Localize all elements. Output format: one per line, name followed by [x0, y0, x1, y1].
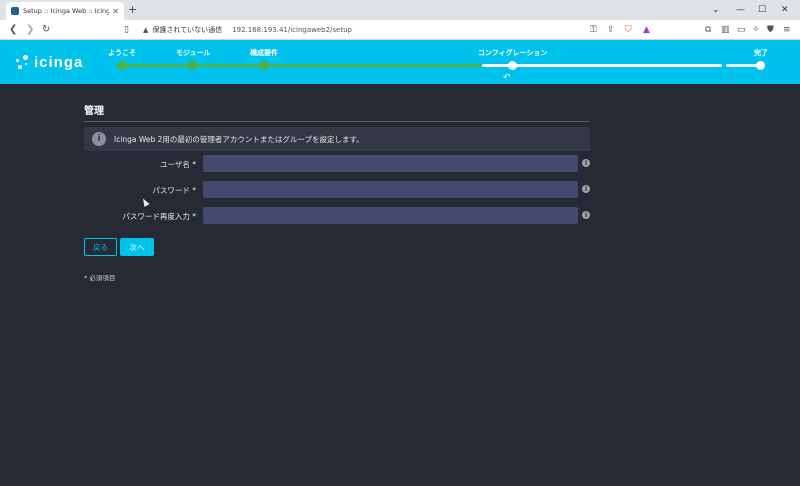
- admin-form: 管理 i Icinga Web 2用の最初の管理者アカウントまたはグループを設定…: [84, 102, 590, 282]
- step-label-finish: 完了: [754, 49, 768, 57]
- password-confirm-input[interactable]: [203, 207, 578, 224]
- address-bar[interactable]: ▲ 保護されていない通信 192.168.193.41/icingaweb2/s…: [143, 22, 683, 38]
- setup-wizard-progress: ようこそ モジュール 構成要件 コンフィグレーション 完了 ↶: [0, 40, 800, 84]
- wallet-icon[interactable]: ▭: [737, 24, 746, 36]
- setup-page: icinga ようこそ モジュール 構成要件 コンフィグレーション 完了 ↶ 管…: [0, 40, 800, 486]
- next-button[interactable]: 次へ: [120, 238, 154, 256]
- username-input[interactable]: [203, 155, 578, 172]
- tab-close-icon[interactable]: ✕: [112, 7, 119, 16]
- menu-icon[interactable]: ≡: [783, 24, 791, 36]
- bookmark-icon[interactable]: ▯: [124, 23, 129, 37]
- share-icon[interactable]: ⇪: [607, 24, 615, 36]
- step-label-requirements: 構成要件: [250, 49, 278, 57]
- password-input[interactable]: [203, 181, 578, 198]
- vpn-icon[interactable]: ⛊: [767, 24, 774, 36]
- password-row: パスワード * i: [84, 181, 594, 199]
- tab-search-icon[interactable]: ⌄: [712, 3, 720, 17]
- password-confirm-label: パスワード再度入力 *: [122, 212, 196, 221]
- progress-current-track: [482, 64, 722, 67]
- current-step-pointer-icon: ↶: [503, 73, 511, 83]
- forward-nav-icon[interactable]: ❯: [26, 23, 34, 37]
- step-dot-configuration: [508, 61, 517, 70]
- info-message: i Icinga Web 2用の最初の管理者アカウントまたはグループを設定します…: [84, 127, 590, 151]
- header-bar: icinga ようこそ モジュール 構成要件 コンフィグレーション 完了 ↶: [0, 40, 800, 84]
- password-confirm-row: パスワード再度入力 * i: [84, 207, 594, 225]
- step-dot-modules: [188, 61, 197, 70]
- step-dot-finish: [756, 61, 765, 70]
- warning-icon[interactable]: ▲: [143, 26, 148, 34]
- step-label-welcome: ようこそ: [108, 49, 136, 57]
- brave-shield-icon[interactable]: ⛉: [625, 24, 632, 36]
- rewards-icon[interactable]: ▲: [643, 24, 650, 36]
- required-note: * 必須項目: [84, 274, 116, 282]
- back-nav-icon[interactable]: ❮: [9, 23, 17, 37]
- browser-tab-bar: Setup :: Icinga Web :: Icinga We ✕ + ⌄ —…: [0, 0, 800, 20]
- security-warning-text: 保護されていない通信: [152, 26, 223, 34]
- step-dot-welcome: [118, 61, 127, 70]
- step-label-configuration: コンフィグレーション: [478, 49, 548, 57]
- password-help-icon[interactable]: i: [582, 185, 590, 193]
- info-text: Icinga Web 2用の最初の管理者アカウントまたはグループを設定します。: [114, 134, 364, 144]
- reload-icon[interactable]: ↻: [42, 23, 50, 37]
- step-dot-requirements: [260, 61, 269, 70]
- username-label: ユーザ名 *: [160, 160, 196, 169]
- url-text[interactable]: 192.168.193.41/icingaweb2/setup: [232, 26, 352, 34]
- progress-done-track: [116, 64, 482, 67]
- password-label: パスワード *: [152, 186, 196, 195]
- username-help-icon[interactable]: i: [582, 159, 590, 167]
- new-tab-button[interactable]: +: [128, 2, 137, 18]
- username-row: ユーザ名 * i: [84, 155, 594, 173]
- close-window-icon[interactable]: ✕: [781, 3, 789, 17]
- info-icon: i: [92, 132, 106, 146]
- password-confirm-help-icon[interactable]: i: [582, 211, 590, 219]
- browser-toolbar: ❮ ❯ ↻ ▯ ▲ 保護されていない通信 192.168.193.41/icin…: [0, 20, 800, 40]
- page-title: 管理: [84, 102, 590, 122]
- maximize-icon[interactable]: ☐: [758, 3, 766, 17]
- back-button[interactable]: 戻る: [84, 238, 117, 256]
- form-buttons: 戻る 次へ: [84, 238, 164, 256]
- key-icon[interactable]: ⚿: [590, 24, 597, 36]
- browser-tab[interactable]: Setup :: Icinga Web :: Icinga We ✕: [6, 2, 124, 20]
- favicon-icon: [11, 7, 19, 15]
- tab-title: Setup :: Icinga Web :: Icinga We: [23, 7, 110, 15]
- extensions-icon[interactable]: ⧉: [705, 24, 711, 36]
- step-label-modules: モジュール: [176, 49, 211, 57]
- sidebar-icon[interactable]: ▥: [721, 24, 730, 36]
- ai-icon[interactable]: ✧: [752, 24, 760, 36]
- minimize-icon[interactable]: —: [736, 3, 745, 17]
